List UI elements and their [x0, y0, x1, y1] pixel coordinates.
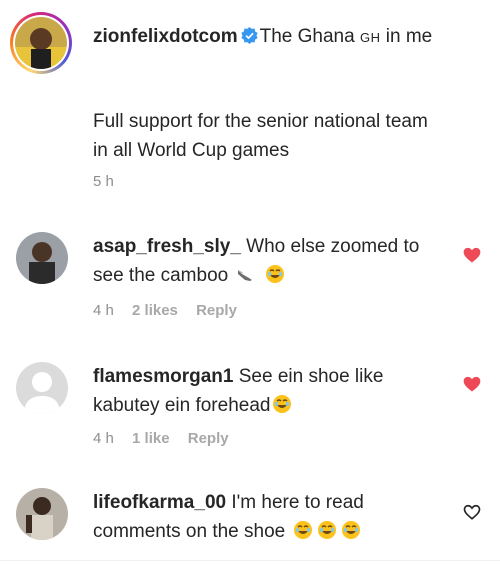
reply-button[interactable]: Reply: [188, 430, 229, 447]
caption-avatar-story-ring[interactable]: [10, 12, 72, 74]
caption-text: zionfelixdotcom The Ghana GH in me: [93, 22, 443, 52]
heart-filled-icon[interactable]: [462, 374, 482, 394]
laughing-emoji-icon: [317, 520, 337, 540]
comment-username[interactable]: lifeofkarma_00: [93, 492, 226, 513]
comment-likes[interactable]: 2 likes: [132, 302, 178, 319]
laughing-emoji-icon: [265, 264, 285, 284]
ghana-flag-label: GH: [359, 30, 381, 45]
comment-username[interactable]: asap_fresh_sly_: [93, 236, 241, 257]
reply-button[interactable]: Reply: [196, 302, 237, 319]
comment-username[interactable]: flamesmorgan1: [93, 366, 233, 387]
comment-likes[interactable]: 1 like: [132, 430, 170, 447]
comment-text: asap_fresh_sly_ Who else zoomed to see t…: [93, 232, 443, 290]
caption-time[interactable]: 5 h: [93, 173, 114, 190]
comment-text: lifeofkarma_00 I'm here to read comments…: [93, 488, 443, 546]
shoe-emoji-icon: [235, 264, 255, 284]
heart-filled-icon[interactable]: [462, 245, 482, 265]
comment-avatar[interactable]: [16, 232, 68, 284]
divider: [0, 560, 500, 561]
caption-meta: 5 h: [93, 173, 128, 190]
comment-time[interactable]: 4 h: [93, 430, 114, 447]
laughing-emoji-icon: [272, 394, 292, 414]
caption-avatar: [15, 17, 67, 69]
comment-meta: 4 h 2 likes Reply: [93, 302, 251, 319]
laughing-emoji-icon: [293, 520, 313, 540]
comment-text: flamesmorgan1 See ein shoe like kabutey …: [93, 362, 443, 420]
comment-meta: 4 h 1 like Reply: [93, 430, 243, 447]
comment-avatar-default[interactable]: [16, 362, 68, 414]
heart-outline-icon[interactable]: [462, 502, 482, 522]
caption-text-part2: in me: [380, 26, 433, 47]
comment-avatar[interactable]: [16, 488, 68, 540]
caption-username[interactable]: zionfelixdotcom: [93, 26, 238, 47]
verified-badge-icon: [240, 27, 258, 44]
comment-time[interactable]: 4 h: [93, 302, 114, 319]
caption-text-line2: Full support for the senior national tea…: [93, 111, 428, 161]
laughing-emoji-icon: [341, 520, 361, 540]
caption-text-part1: The Ghana: [259, 26, 360, 47]
